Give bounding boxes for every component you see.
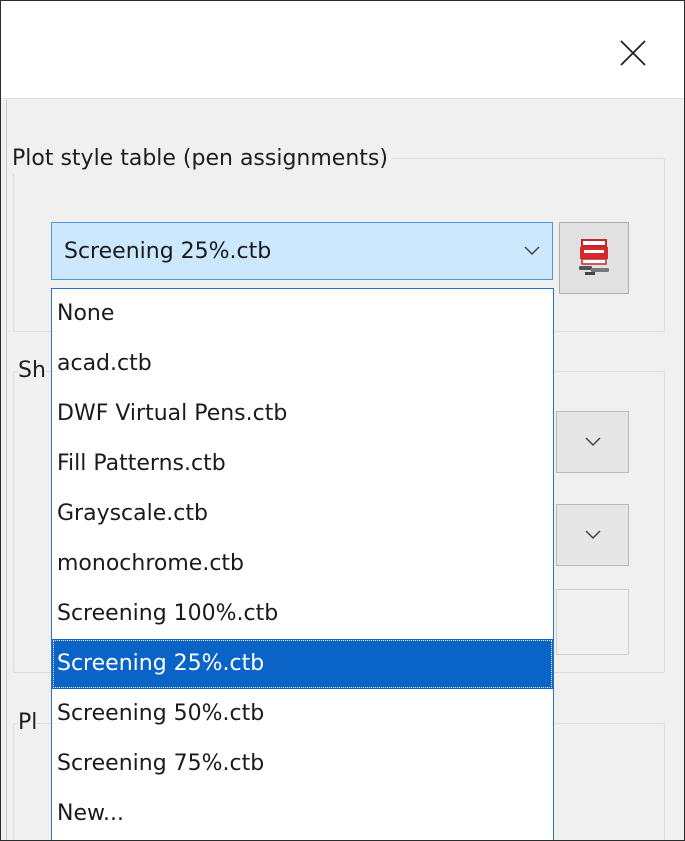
plotter-edit-icon: [579, 239, 609, 275]
close-button[interactable]: [605, 25, 661, 81]
dropdown-option[interactable]: acad.ctb: [52, 339, 553, 389]
title-bar: [1, 1, 684, 99]
dropdown-option[interactable]: Screening 50%.ctb: [52, 689, 553, 739]
dropdown-option[interactable]: Screening 75%.ctb: [52, 739, 553, 789]
chevron-down-icon: [584, 437, 601, 447]
dpi-field[interactable]: [556, 589, 629, 655]
dropdown-option[interactable]: Screening 100%.ctb: [52, 589, 553, 639]
plot-style-dropdown-list[interactable]: None acad.ctb DWF Virtual Pens.ctb Fill …: [51, 288, 554, 840]
plot-options-legend: Pl: [18, 708, 38, 738]
dropdown-option-new[interactable]: New...: [52, 789, 553, 839]
quality-select[interactable]: [556, 504, 629, 566]
shade-plot-select[interactable]: [556, 411, 629, 473]
close-icon: [620, 40, 646, 66]
shaded-viewport-legend: Sh: [18, 356, 46, 386]
dropdown-option[interactable]: Grayscale.ctb: [52, 489, 553, 539]
dropdown-option[interactable]: DWF Virtual Pens.ctb: [52, 389, 553, 439]
chevron-down-icon: [584, 530, 601, 540]
chevron-down-icon: [512, 246, 552, 256]
dropdown-option[interactable]: None: [52, 289, 553, 339]
dialog-left-edge: [6, 99, 7, 840]
dropdown-option[interactable]: Fill Patterns.ctb: [52, 439, 553, 489]
dropdown-option-selected[interactable]: Screening 25%.ctb: [52, 639, 553, 689]
plot-style-selected-value: Screening 25%.ctb: [64, 238, 272, 264]
dropdown-option[interactable]: monochrome.ctb: [52, 539, 553, 589]
plot-style-legend: Plot style table (pen assignments): [9, 144, 391, 174]
plot-dialog: Plot style table (pen assignments) Scree…: [0, 0, 685, 841]
plot-style-select[interactable]: Screening 25%.ctb: [51, 222, 553, 280]
edit-plot-style-button[interactable]: [559, 222, 629, 294]
